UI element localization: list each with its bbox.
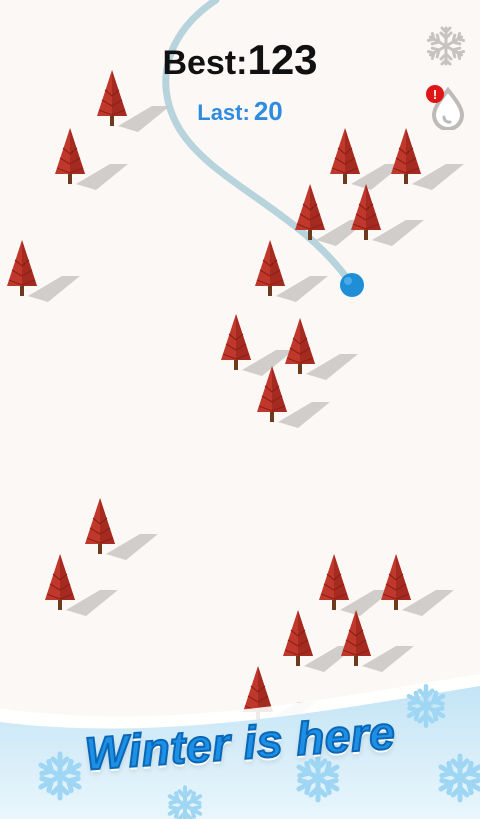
last-label: Last: <box>197 100 250 125</box>
pine-tree-12 <box>84 497 159 561</box>
best-score: Best:123 <box>0 36 480 84</box>
pine-tree-15 <box>380 553 455 617</box>
snowflake-settings-icon[interactable] <box>424 24 468 68</box>
pine-tree-9 <box>220 313 295 377</box>
pine-tree-7 <box>350 183 425 247</box>
tree-group <box>6 69 465 729</box>
pine-tree-10 <box>284 317 359 381</box>
game-screen[interactable]: Best:123 Last: 20 ! Winter is here <box>0 0 480 819</box>
player-ball <box>340 273 364 297</box>
pine-tree-14 <box>318 553 393 617</box>
alert-badge: ! <box>433 87 437 102</box>
best-value: 123 <box>247 36 318 83</box>
pine-tree-2 <box>54 127 129 191</box>
pine-tree-3 <box>6 239 81 303</box>
droplet-with-alert-icon[interactable]: ! <box>424 84 465 131</box>
best-label: Best: <box>162 44 248 82</box>
last-value: 20 <box>253 96 283 126</box>
pine-tree-5 <box>390 127 465 191</box>
pine-tree-4 <box>329 127 404 191</box>
last-score: Last: 20 <box>0 96 480 127</box>
pine-tree-13 <box>44 553 119 617</box>
